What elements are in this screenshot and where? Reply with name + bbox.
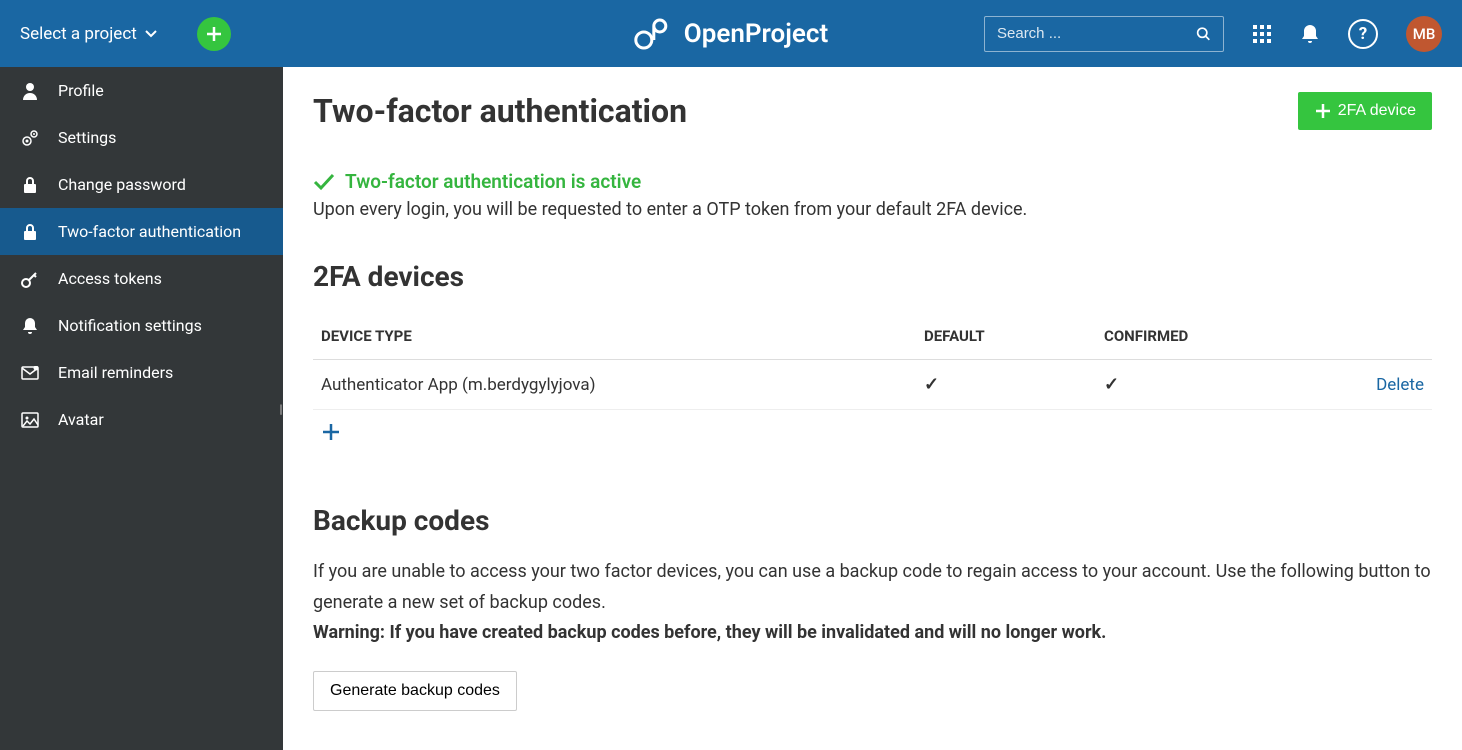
table-header: DEVICE TYPE DEFAULT CONFIRMED	[313, 313, 1432, 360]
delete-device-link[interactable]: Delete	[1376, 375, 1424, 395]
project-selector[interactable]: Select a project	[20, 24, 157, 44]
add-device-label: 2FA device	[1338, 102, 1416, 120]
backup-description: If you are unable to access your two fac…	[313, 557, 1432, 618]
sidebar-item-label: Change password	[58, 175, 186, 194]
key-icon	[20, 270, 40, 288]
checkmark-icon: ✓	[924, 374, 939, 395]
search-box[interactable]	[984, 16, 1224, 52]
main-content: Two-factor authentication 2FA device Two…	[283, 67, 1462, 750]
status-active: Two-factor authentication is active	[313, 170, 1432, 193]
sidebar-item-label: Profile	[58, 81, 104, 100]
user-avatar[interactable]: MB	[1406, 16, 1442, 52]
sidebar-item-label: Email reminders	[58, 363, 173, 382]
devices-table: DEVICE TYPE DEFAULT CONFIRMED Authentica…	[313, 313, 1432, 454]
plus-icon	[205, 25, 223, 43]
sidebar-resize-handle[interactable]: ||	[279, 402, 281, 416]
sidebar-item-label: Access tokens	[58, 269, 162, 288]
col-device-type: DEVICE TYPE	[321, 327, 924, 345]
col-confirmed: CONFIRMED	[1104, 327, 1324, 345]
user-icon	[20, 82, 40, 100]
bell-icon	[1300, 23, 1320, 45]
sidebar-item-access-tokens[interactable]: Access tokens	[0, 255, 283, 302]
add-device-plus[interactable]	[321, 422, 1424, 442]
sidebar-item-label: Avatar	[58, 410, 104, 429]
add-2fa-device-button[interactable]: 2FA device	[1298, 92, 1432, 130]
grid-icon	[1252, 24, 1272, 44]
generate-backup-codes-button[interactable]: Generate backup codes	[313, 671, 517, 711]
modules-button[interactable]	[1252, 24, 1272, 44]
status-description: Upon every login, you will be requested …	[313, 199, 1432, 220]
sidebar-item-notification-settings[interactable]: Notification settings	[0, 302, 283, 349]
search-icon	[1196, 25, 1211, 43]
status-heading: Two-factor authentication is active	[345, 170, 641, 193]
help-button[interactable]: ?	[1348, 19, 1378, 49]
app-header: Select a project OpenProject ? MB	[0, 0, 1462, 67]
devices-heading: 2FA devices	[313, 260, 1432, 293]
envelope-icon	[20, 366, 40, 380]
search-input[interactable]	[997, 25, 1196, 42]
sidebar-item-two-factor[interactable]: Two-factor authentication	[0, 208, 283, 255]
lock-icon	[20, 176, 40, 194]
add-button[interactable]	[197, 17, 231, 51]
sidebar-item-label: Settings	[58, 128, 116, 147]
image-icon	[20, 412, 40, 428]
help-icon: ?	[1348, 19, 1378, 49]
table-row: Authenticator App (m.berdygylyjova) ✓ ✓ …	[313, 360, 1432, 410]
page-title: Two-factor authentication	[313, 92, 687, 130]
chevron-down-icon	[145, 30, 157, 38]
brand-logo[interactable]: OpenProject	[634, 18, 828, 50]
sidebar-item-settings[interactable]: Settings	[0, 114, 283, 161]
checkmark-icon: ✓	[1104, 374, 1119, 395]
brand-name: OpenProject	[684, 19, 828, 49]
device-name: Authenticator App (m.berdygylyjova)	[321, 375, 924, 395]
sidebar: Profile Settings Change password Two-fac…	[0, 67, 283, 750]
col-action	[1324, 327, 1424, 345]
backup-codes-section: Backup codes If you are unable to access…	[313, 504, 1432, 711]
sidebar-item-email-reminders[interactable]: Email reminders	[0, 349, 283, 396]
plus-icon	[1314, 102, 1332, 120]
backup-warning: Warning: If you have created backup code…	[313, 622, 1432, 643]
sidebar-item-avatar[interactable]: Avatar	[0, 396, 283, 443]
sidebar-item-label: Notification settings	[58, 316, 202, 335]
openproject-icon	[634, 18, 674, 50]
bell-icon	[20, 317, 40, 335]
plus-icon	[321, 422, 341, 442]
notifications-button[interactable]	[1300, 23, 1320, 45]
sidebar-item-change-password[interactable]: Change password	[0, 161, 283, 208]
sidebar-item-label: Two-factor authentication	[58, 222, 241, 241]
backup-heading: Backup codes	[313, 504, 1432, 537]
project-selector-label: Select a project	[20, 24, 137, 44]
col-default: DEFAULT	[924, 327, 1104, 345]
sidebar-item-profile[interactable]: Profile	[0, 67, 283, 114]
header-right: ? MB	[984, 16, 1442, 52]
lock-icon	[20, 223, 40, 241]
avatar-initials: MB	[1413, 25, 1436, 43]
gears-icon	[20, 129, 40, 147]
checkmark-icon	[313, 173, 335, 191]
add-device-row	[313, 410, 1432, 454]
